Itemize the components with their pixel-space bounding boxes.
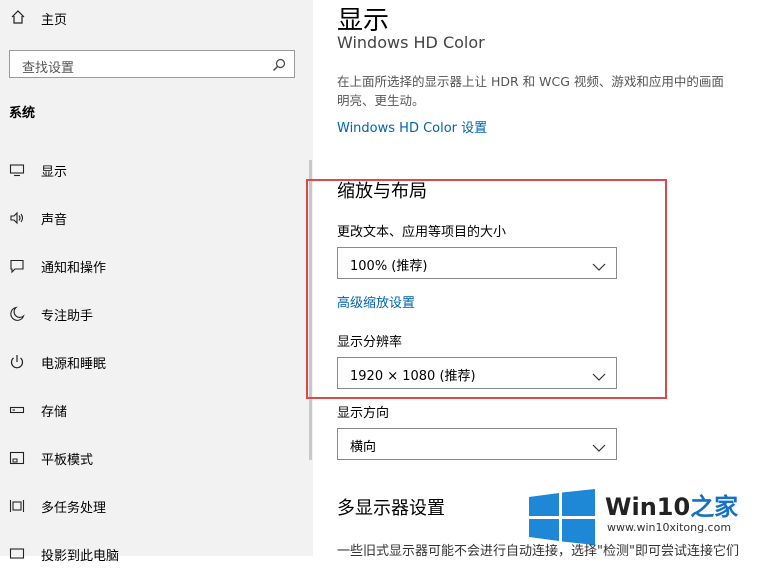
scale-layout-heading: 缩放与布局 xyxy=(337,181,427,202)
sidebar-item-power[interactable]: 电源和睡眠 xyxy=(0,342,313,382)
orientation-dropdown[interactable]: 横向 xyxy=(337,428,617,460)
sidebar-item-notifications[interactable]: 通知和操作 xyxy=(0,246,313,286)
home-label: 主页 xyxy=(41,13,68,28)
scale-label: 更改文本、应用等项目的大小 xyxy=(337,225,507,240)
sidebar: 主页 查找设置 系统 显示 声音 通知和操作 专注助手 电源和睡眠 存储 平板模… xyxy=(0,0,313,564)
sidebar-item-label: 投影到此电脑 xyxy=(41,549,120,564)
advanced-scaling-link[interactable]: 高级缩放设置 xyxy=(337,292,415,311)
notification-icon xyxy=(9,258,25,274)
home-icon xyxy=(10,9,26,29)
watermark-brand: Win10之家 xyxy=(605,487,738,522)
section-title: 系统 xyxy=(9,106,36,121)
sidebar-item-label: 通知和操作 xyxy=(41,261,107,276)
chevron-down-icon xyxy=(592,257,606,276)
resolution-dropdown-value: 1920 × 1080 (推荐) xyxy=(350,369,476,384)
resolution-dropdown[interactable]: 1920 × 1080 (推荐) xyxy=(337,357,617,389)
hd-color-settings-link[interactable]: Windows HD Color 设置 xyxy=(337,117,487,136)
search-placeholder: 查找设置 xyxy=(22,61,75,76)
windows-logo-icon xyxy=(527,489,597,549)
sidebar-item-storage[interactable]: 存储 xyxy=(0,390,313,430)
chevron-down-icon xyxy=(592,438,606,457)
chevron-down-icon xyxy=(592,367,606,386)
sidebar-item-label: 多任务处理 xyxy=(41,501,107,516)
brand-suffix: 之家 xyxy=(690,493,739,521)
sidebar-item-multitasking[interactable]: 多任务处理 xyxy=(0,486,313,526)
sidebar-item-label: 声音 xyxy=(41,213,68,228)
sidebar-item-label: 存储 xyxy=(41,405,68,420)
scale-dropdown-value: 100% (推荐) xyxy=(350,259,428,274)
multitask-icon xyxy=(9,498,25,514)
sidebar-item-tablet-mode[interactable]: 平板模式 xyxy=(0,438,313,478)
resolution-label: 显示分辨率 xyxy=(337,335,403,350)
main-content: 显示 Windows HD Color 在上面所选择的显示器上让 HDR 和 W… xyxy=(313,0,761,559)
sidebar-item-display[interactable]: 显示 xyxy=(0,150,313,190)
brand-prefix: Win10 xyxy=(605,493,691,521)
sidebar-home[interactable]: 主页 xyxy=(0,0,313,36)
orientation-dropdown-value: 横向 xyxy=(350,440,377,455)
orientation-label: 显示方向 xyxy=(337,406,390,421)
storage-icon xyxy=(9,402,25,418)
sidebar-item-project[interactable]: 投影到此电脑 xyxy=(0,534,313,574)
project-icon xyxy=(9,546,25,562)
scale-dropdown[interactable]: 100% (推荐) xyxy=(337,247,617,279)
description-line: 明亮、更生动。 xyxy=(337,93,425,108)
sidebar-item-sound[interactable]: 声音 xyxy=(0,198,313,238)
sidebar-item-label: 平板模式 xyxy=(41,453,94,468)
sidebar-scrollbar[interactable] xyxy=(309,160,312,460)
watermark: Win10之家 www.win10xitong.com xyxy=(527,487,761,547)
tablet-icon xyxy=(9,450,25,466)
monitor-icon xyxy=(9,162,25,178)
moon-icon xyxy=(9,306,25,322)
power-icon xyxy=(9,354,25,370)
sidebar-item-label: 专注助手 xyxy=(41,309,94,324)
hd-color-heading: Windows HD Color xyxy=(337,33,485,48)
sidebar-item-focus-assist[interactable]: 专注助手 xyxy=(0,294,313,334)
speaker-icon xyxy=(9,210,25,226)
search-input[interactable]: 查找设置 xyxy=(9,50,295,78)
sidebar-item-label: 显示 xyxy=(41,165,68,180)
search-icon[interactable] xyxy=(272,57,286,76)
sidebar-item-label: 电源和睡眠 xyxy=(41,357,107,372)
multi-display-heading: 多显示器设置 xyxy=(337,498,445,519)
watermark-url: www.win10xitong.com xyxy=(607,521,732,534)
hd-color-description: 在上面所选择的显示器上让 HDR 和 WCG 视频、游戏和应用中的画面 明亮、更… xyxy=(337,72,761,110)
description-line: 在上面所选择的显示器上让 HDR 和 WCG 视频、游戏和应用中的画面 xyxy=(337,74,724,89)
